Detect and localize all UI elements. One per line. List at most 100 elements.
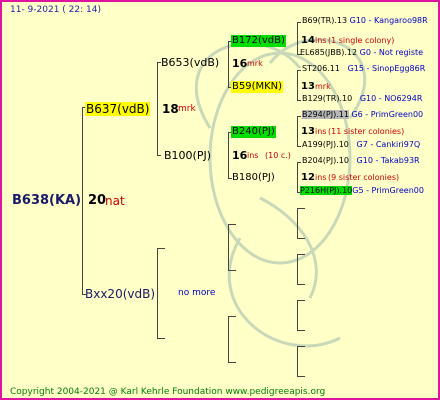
gen4-b1-name[interactable]: ST206.11 (302, 64, 340, 73)
gen3-c-colony-note: (11 sister colonies) (328, 127, 405, 136)
gen4-a2-code: G0 (359, 48, 371, 57)
connector (297, 254, 305, 255)
gen2-a-mating-type: mrk (247, 59, 263, 68)
date-stamp: 11- 9-2021 ( 22: 14) (10, 5, 101, 15)
gen3-d-colony-note: (9 sister colonies) (328, 173, 400, 182)
connector (297, 208, 298, 238)
gen4-a1-row[interactable]: B69(TR).13 G10 - Kangaroo98R (302, 17, 428, 25)
gen4-c1-row[interactable]: B294(PJ).11 G6 - PrimGreen00 (302, 110, 424, 119)
connector (297, 100, 301, 101)
gen3-b-mating-type: mrk (315, 82, 331, 91)
gen3-c-queen-link[interactable]: B240(PJ) (231, 126, 276, 138)
gen4-c1-code: G6 (351, 110, 363, 119)
connector (157, 248, 158, 338)
gen3-c-year: 13 (301, 126, 315, 137)
gen1-top-queen-link[interactable]: B637(vdB) (85, 102, 151, 116)
gen4-d2-location: PrimGreen00 (371, 186, 424, 195)
gen4-b1-location: SinopEgg86R (371, 64, 426, 73)
gen4-d1-name[interactable]: B204(PJ).10 (302, 156, 349, 165)
pedigree-chart: 11- 9-2021 ( 22: 14) B638(KA) 20 nat B63… (0, 0, 440, 400)
gen3-d-queen-link[interactable]: B180(PJ) (232, 173, 275, 183)
connector (297, 330, 305, 331)
gen3-a-colony-note: (1 single colony) (328, 36, 395, 45)
connector (297, 116, 298, 146)
connector (157, 248, 165, 249)
gen4-a2-location: Not registe (378, 48, 424, 57)
connector (297, 70, 301, 71)
gen1-top-year: 18 (162, 102, 179, 116)
connector (297, 346, 298, 376)
connector (297, 146, 301, 147)
gen4-c2-code: G7 (356, 140, 368, 149)
connector (297, 300, 298, 330)
connector (82, 107, 83, 294)
gen3-a-queen-link[interactable]: B172(vdB) (231, 35, 286, 47)
connector (297, 284, 305, 285)
connector (297, 208, 305, 209)
connector (228, 224, 229, 270)
gen2-a-queen-link[interactable]: B653(vdB) (161, 57, 219, 68)
gen2-b-colony-count: (10 c.) (265, 151, 291, 160)
connector (297, 22, 298, 54)
connector (297, 300, 305, 301)
connector (297, 238, 305, 239)
gen4-c1-location: PrimGreen00 (370, 110, 424, 119)
connector (157, 338, 165, 339)
connector (297, 162, 298, 192)
connector (297, 70, 298, 100)
gen4-c1-name[interactable]: B294(PJ).11 (302, 110, 349, 119)
gen4-a2-name[interactable]: EL685(JBB).12 (300, 48, 357, 57)
gen4-d1-row[interactable]: B204(PJ).10 G10 - Takab93R (302, 157, 420, 165)
gen4-d1-location: Takab93R (380, 156, 420, 165)
connector (228, 270, 236, 271)
gen1-bottom-queen-link[interactable]: Bxx20(vdB) (85, 288, 155, 300)
root-mating-type: nat (105, 194, 125, 208)
gen4-d2-code: G5 (352, 186, 364, 195)
root-queen-link[interactable]: B638(KA) (12, 194, 81, 207)
connector (157, 62, 158, 155)
connector (228, 41, 229, 87)
connector (228, 316, 229, 362)
connector (228, 132, 229, 178)
gen4-b1-row[interactable]: ST206.11 G15 - SinopEgg86R (302, 65, 425, 73)
gen3-b-queen-link[interactable]: B59(MKN) (231, 81, 284, 93)
gen3-b-year: 13 (301, 81, 315, 92)
gen4-d1-code: G10 (356, 156, 373, 165)
gen4-a1-location: Kangaroo98R (374, 16, 428, 25)
gen4-b2-location: NO6294R (384, 94, 423, 103)
gen4-c2-row[interactable]: A199(PJ).10 G7 - Cankiri97Q (302, 141, 420, 149)
gen4-b2-row[interactable]: B129(TR).10 G10 - NO6294R (302, 95, 422, 103)
connector (297, 254, 298, 284)
copyright-footer: Copyright 2004-2021 @ Karl Kehrle Founda… (10, 387, 326, 397)
gen4-b1-code: G15 (347, 64, 364, 73)
gen2-a-year: 16 (232, 57, 248, 70)
gen4-b2-code: G10 (359, 94, 377, 103)
gen4-d2-name[interactable]: P216H(PJ).10 (300, 186, 353, 195)
connector (297, 116, 301, 117)
gen1-top-mating-type: mrk (178, 104, 196, 114)
gen4-a2-row[interactable]: EL685(JBB).12 G0 - Not registe (300, 49, 423, 57)
gen3-d-mating-type: ins (315, 173, 327, 182)
gen4-a1-code: G10 (349, 16, 367, 25)
gen4-c2-location: Cankiri97Q (375, 140, 421, 149)
root-year: 20 (88, 193, 107, 208)
connector (297, 162, 301, 163)
connector (297, 22, 301, 23)
connector (228, 316, 236, 317)
gen4-a1-name[interactable]: B69(TR).13 (302, 16, 347, 25)
gen3-c-mating-type: ins (315, 127, 327, 136)
gen4-d2-row[interactable]: P216H(PJ).10G5 - PrimGreen00 (300, 186, 424, 195)
gen4-b2-name[interactable]: B129(TR).10 (302, 94, 352, 103)
connector (228, 224, 236, 225)
gen2-b-year: 16 (232, 149, 248, 162)
gen3-a-mating-type: ins (315, 36, 327, 45)
gen2-b-mating-type: ins (247, 151, 259, 160)
gen2-b-queen-link[interactable]: B100(PJ) (164, 150, 211, 161)
gen4-c2-name[interactable]: A199(PJ).10 (302, 140, 349, 149)
connector (228, 362, 236, 363)
connector (157, 155, 161, 156)
no-more-note: no more (178, 288, 216, 298)
connector (297, 376, 305, 377)
connector (297, 346, 305, 347)
gen3-d-year: 12 (301, 172, 315, 183)
